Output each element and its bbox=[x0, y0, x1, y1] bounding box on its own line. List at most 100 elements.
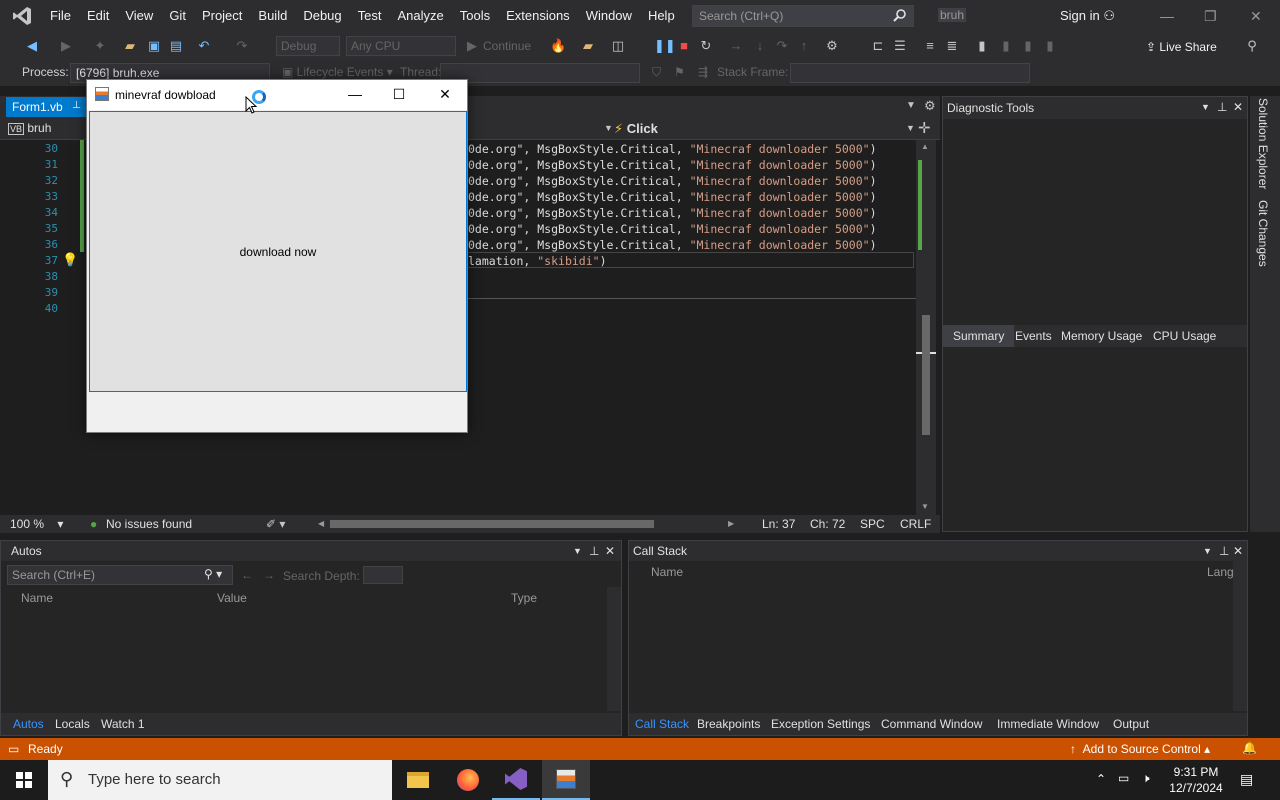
autos-scrollbar[interactable] bbox=[607, 587, 621, 711]
tab-dropdown-icon[interactable]: ▼ bbox=[906, 100, 916, 111]
tab-memory-usage[interactable]: Memory Usage bbox=[1061, 329, 1142, 343]
tab-command-window[interactable]: Command Window bbox=[881, 717, 982, 731]
configuration-combo[interactable]: Debug bbox=[276, 36, 340, 56]
dropdown-icon[interactable]: ▼ bbox=[1203, 546, 1212, 556]
call-stack-scrollbar[interactable] bbox=[1233, 561, 1247, 711]
line-indicator[interactable]: Ln: 37 bbox=[762, 517, 795, 531]
step-over-icon[interactable]: ↷ bbox=[774, 38, 790, 54]
column-name[interactable]: Name bbox=[651, 565, 683, 579]
minimize-icon[interactable]: — bbox=[345, 86, 365, 102]
restart-icon[interactable]: ↻ bbox=[698, 38, 714, 54]
menu-test[interactable]: Test bbox=[350, 0, 390, 32]
sign-in-button[interactable]: Sign in ⚇ bbox=[1060, 8, 1115, 24]
search-forward-icon[interactable]: → bbox=[263, 568, 275, 582]
step-out-icon[interactable]: ↑ bbox=[796, 38, 812, 54]
undo-icon[interactable]: ↶ bbox=[196, 38, 212, 54]
prev-bookmark-icon[interactable]: ▮ bbox=[998, 38, 1014, 54]
menu-view[interactable]: View bbox=[117, 0, 161, 32]
line-ending-indicator[interactable]: CRLF bbox=[900, 517, 931, 531]
settings-icon[interactable]: ⚙ bbox=[924, 98, 936, 114]
scroll-right-icon[interactable]: ▶ bbox=[728, 519, 734, 528]
volume-muted-icon[interactable]: 🕨 bbox=[1142, 771, 1150, 786]
thread-combo[interactable] bbox=[440, 63, 640, 83]
maximize-icon[interactable]: ☐ bbox=[389, 86, 409, 103]
hot-reload-icon[interactable]: 🔥 bbox=[550, 38, 566, 54]
menu-tools[interactable]: Tools bbox=[452, 0, 498, 32]
clear-bookmarks-icon[interactable]: ▮ bbox=[1042, 38, 1058, 54]
indent-icon[interactable]: ☰ bbox=[892, 38, 908, 54]
editor-vertical-scrollbar[interactable]: ▲ ▼ bbox=[916, 140, 936, 515]
menu-debug[interactable]: Debug bbox=[295, 0, 349, 32]
brush-icon[interactable]: ✐ ▾ bbox=[266, 517, 285, 531]
visual-studio-logo-icon[interactable] bbox=[10, 4, 34, 28]
menu-file[interactable]: File bbox=[42, 0, 79, 32]
chevron-down-icon[interactable]: ▼ bbox=[906, 123, 915, 133]
pin-icon[interactable]: ⊥ bbox=[1219, 544, 1229, 558]
open-folder-icon[interactable]: ▰ bbox=[122, 38, 138, 54]
align-icon[interactable]: ⊏ bbox=[870, 38, 886, 54]
tab-output[interactable]: Output bbox=[1113, 717, 1149, 731]
system-clock[interactable]: 9:31 PM 12/7/2024 bbox=[1166, 764, 1226, 796]
issues-status[interactable]: No issues found bbox=[106, 517, 192, 531]
close-icon[interactable]: ✕ bbox=[605, 544, 615, 558]
autos-search-input[interactable]: Search (Ctrl+E) ⚲ ▾ bbox=[7, 565, 233, 585]
browser-link-icon[interactable]: ◫ bbox=[610, 38, 626, 54]
lifecycle-events-button[interactable]: ▣ Lifecycle Events ▾ bbox=[282, 65, 393, 79]
horizontal-scroll-thumb[interactable] bbox=[330, 520, 654, 528]
action-center-icon[interactable]: ▤ bbox=[1240, 771, 1253, 788]
comment-icon[interactable]: ≡ bbox=[922, 38, 938, 54]
search-input[interactable]: Search (Ctrl+Q) bbox=[692, 5, 914, 27]
close-icon[interactable]: ✕ bbox=[1233, 100, 1243, 114]
tab-autos[interactable]: Autos bbox=[13, 717, 44, 731]
new-project-icon[interactable]: ✦ bbox=[92, 38, 108, 54]
whitespace-indicator[interactable]: SPC bbox=[860, 517, 885, 531]
tab-exception-settings[interactable]: Exception Settings bbox=[771, 717, 870, 731]
column-language[interactable]: Lang bbox=[1207, 565, 1234, 579]
firefox-icon[interactable] bbox=[444, 760, 492, 800]
redo-icon[interactable]: ↷ bbox=[234, 38, 250, 54]
notifications-icon[interactable]: 🔔 bbox=[1242, 741, 1257, 755]
step-into-icon[interactable]: ↓ bbox=[752, 38, 768, 54]
stop-icon[interactable]: ■ bbox=[676, 38, 692, 54]
scroll-left-icon[interactable]: ◀ bbox=[318, 519, 324, 528]
menu-window[interactable]: Window bbox=[578, 0, 640, 32]
platform-combo[interactable]: Any CPU bbox=[346, 36, 456, 56]
chevron-down-icon[interactable]: ▼ bbox=[604, 123, 613, 133]
git-changes-tab[interactable]: Git Changes bbox=[1256, 200, 1270, 267]
tab-summary[interactable]: Summary bbox=[943, 325, 1015, 347]
back-icon[interactable]: ◀ bbox=[24, 38, 40, 54]
file-explorer-icon[interactable] bbox=[394, 760, 442, 800]
column-indicator[interactable]: Ch: 72 bbox=[810, 517, 845, 531]
show-next-statement-icon[interactable]: → bbox=[728, 38, 744, 54]
column-value[interactable]: Value bbox=[217, 591, 247, 605]
continue-icon[interactable]: ▶ bbox=[464, 38, 480, 54]
zoom-combo[interactable]: 100 % ▾ bbox=[10, 517, 63, 531]
feedback-icon[interactable]: ⚲ bbox=[1244, 38, 1260, 54]
close-icon[interactable]: ✕ bbox=[1250, 8, 1262, 25]
project-combo[interactable]: VB bruh bbox=[8, 121, 51, 135]
flag-icon[interactable]: ⚑ bbox=[674, 65, 685, 79]
uncomment-icon[interactable]: ≣ bbox=[944, 38, 960, 54]
taskbar-search-input[interactable]: ⚲ Type here to search bbox=[48, 760, 392, 800]
filter-icon[interactable]: ⛉ bbox=[652, 65, 661, 80]
start-button[interactable] bbox=[0, 760, 48, 800]
menu-git[interactable]: Git bbox=[161, 0, 194, 32]
download-now-button[interactable]: download now bbox=[89, 111, 467, 392]
menu-build[interactable]: Build bbox=[250, 0, 295, 32]
minimize-icon[interactable]: — bbox=[1160, 8, 1174, 24]
search-back-icon[interactable]: ← bbox=[241, 568, 253, 582]
tab-locals[interactable]: Locals bbox=[55, 717, 90, 731]
forward-icon[interactable]: ▶ bbox=[58, 38, 74, 54]
close-icon[interactable]: ✕ bbox=[1233, 544, 1243, 558]
member-combo[interactable]: ⚡ Click bbox=[614, 121, 914, 137]
tab-form1-vb[interactable]: Form1.vb ⊥ bbox=[6, 97, 86, 117]
menu-edit[interactable]: Edit bbox=[79, 0, 117, 32]
pin-icon[interactable]: ⊥ bbox=[72, 100, 81, 111]
save-icon[interactable]: ▣ bbox=[146, 38, 162, 54]
column-type[interactable]: Type bbox=[511, 591, 537, 605]
add-to-source-control-button[interactable]: ↑ Add to Source Control ▴ bbox=[1070, 742, 1210, 756]
live-share-button[interactable]: ⇪ Live Share bbox=[1146, 40, 1217, 54]
bookmark-icon[interactable]: ▮ bbox=[974, 38, 990, 54]
scroll-up-icon[interactable]: ▲ bbox=[921, 142, 929, 151]
restore-icon[interactable]: ❐ bbox=[1204, 8, 1217, 25]
